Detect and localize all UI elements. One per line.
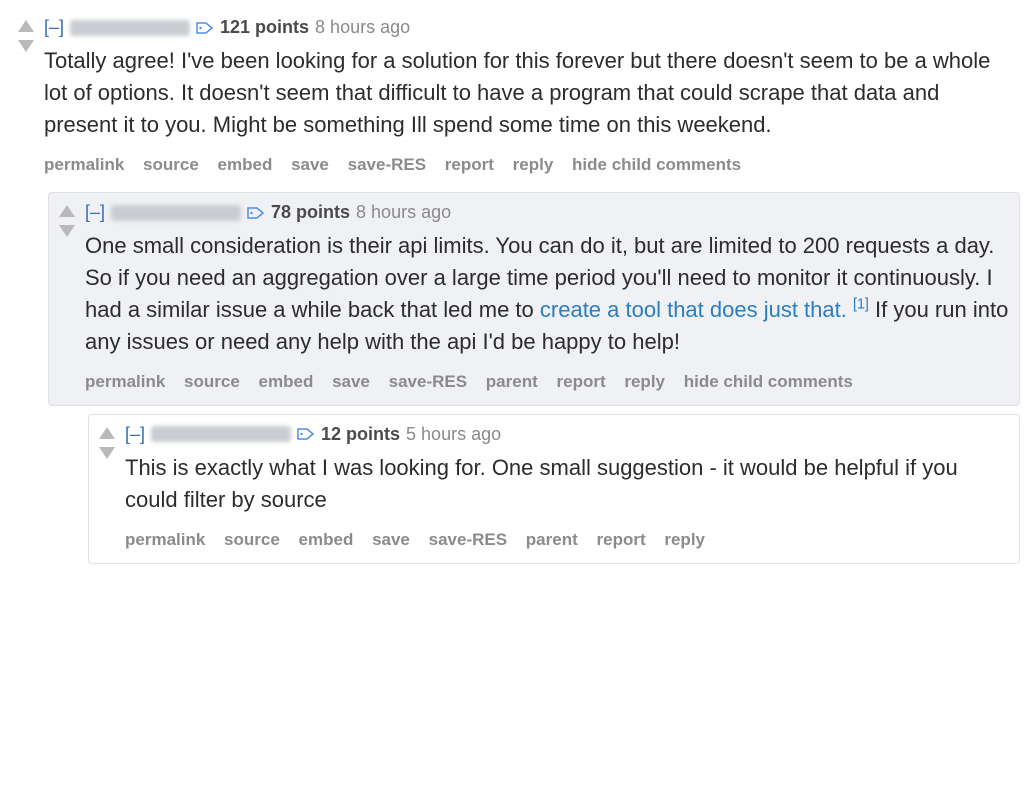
comment-meta: [–] 78 points 8 hours ago [85,201,1011,224]
comment-content: [–] 78 points 8 hours ago One small cons… [85,201,1011,397]
action-report[interactable]: report [557,372,606,391]
collapse-toggle[interactable]: [–] [44,16,64,39]
comment-body: This is exactly what I was looking for. … [125,452,1011,516]
action-parent[interactable]: parent [486,372,538,391]
comment-actions: permalink source embed save save-RES rep… [44,151,1012,180]
comment-content: [–] 121 points 8 hours ago Totally agree… [44,16,1012,180]
comment-actions: permalink source embed save save-RES par… [85,368,1011,397]
comment-meta: [–] 121 points 8 hours ago [44,16,1012,39]
action-source[interactable]: source [224,530,280,549]
comment-meta: [–] 12 points 5 hours ago [125,423,1011,446]
points-label: 121 points [220,16,309,39]
collapse-toggle[interactable]: [–] [85,201,105,224]
action-save[interactable]: save [372,530,410,549]
action-save-res[interactable]: save-RES [429,530,507,549]
action-source[interactable]: source [184,372,240,391]
link-reference-sup[interactable]: [1] [853,297,869,313]
age-label: 8 hours ago [356,201,451,224]
action-permalink[interactable]: permalink [125,530,205,549]
action-hide-children[interactable]: hide child comments [684,372,853,391]
action-embed[interactable]: embed [218,155,273,174]
downvote-icon[interactable] [97,445,117,461]
action-embed[interactable]: embed [259,372,314,391]
tag-icon[interactable] [247,205,265,221]
action-reply[interactable]: reply [513,155,554,174]
tag-icon[interactable] [297,426,315,442]
upvote-icon[interactable] [97,425,117,441]
vote-column [12,16,44,180]
comment-body: One small consideration is their api lim… [85,230,1011,358]
points-label: 12 points [321,423,400,446]
action-report[interactable]: report [445,155,494,174]
action-save[interactable]: save [332,372,370,391]
author-username[interactable] [151,426,291,442]
action-save[interactable]: save [291,155,329,174]
inline-link[interactable]: create a tool that does just that. [540,297,847,322]
action-reply[interactable]: reply [624,372,665,391]
action-embed[interactable]: embed [299,530,354,549]
action-hide-children[interactable]: hide child comments [572,155,741,174]
action-reply[interactable]: reply [664,530,705,549]
vote-column [93,423,125,555]
comment-body: Totally agree! I've been looking for a s… [44,45,1012,141]
age-label: 8 hours ago [315,16,410,39]
points-label: 78 points [271,201,350,224]
author-username[interactable] [70,20,190,36]
comment-item: [–] 121 points 8 hours ago Totally agree… [8,8,1020,188]
comment-actions: permalink source embed save save-RES par… [125,526,1011,555]
action-permalink[interactable]: permalink [85,372,165,391]
action-parent[interactable]: parent [526,530,578,549]
upvote-icon[interactable] [57,203,77,219]
action-report[interactable]: report [597,530,646,549]
comment-content: [–] 12 points 5 hours ago This is exactl… [125,423,1011,555]
comment-item: [–] 12 points 5 hours ago This is exactl… [88,414,1020,564]
action-save-res[interactable]: save-RES [348,155,426,174]
comment-item: [–] 78 points 8 hours ago One small cons… [48,192,1020,406]
tag-icon[interactable] [196,20,214,36]
action-source[interactable]: source [143,155,199,174]
downvote-icon[interactable] [16,38,36,54]
action-permalink[interactable]: permalink [44,155,124,174]
collapse-toggle[interactable]: [–] [125,423,145,446]
downvote-icon[interactable] [57,223,77,239]
author-username[interactable] [111,205,241,221]
upvote-icon[interactable] [16,18,36,34]
vote-column [53,201,85,397]
action-save-res[interactable]: save-RES [389,372,467,391]
age-label: 5 hours ago [406,423,501,446]
